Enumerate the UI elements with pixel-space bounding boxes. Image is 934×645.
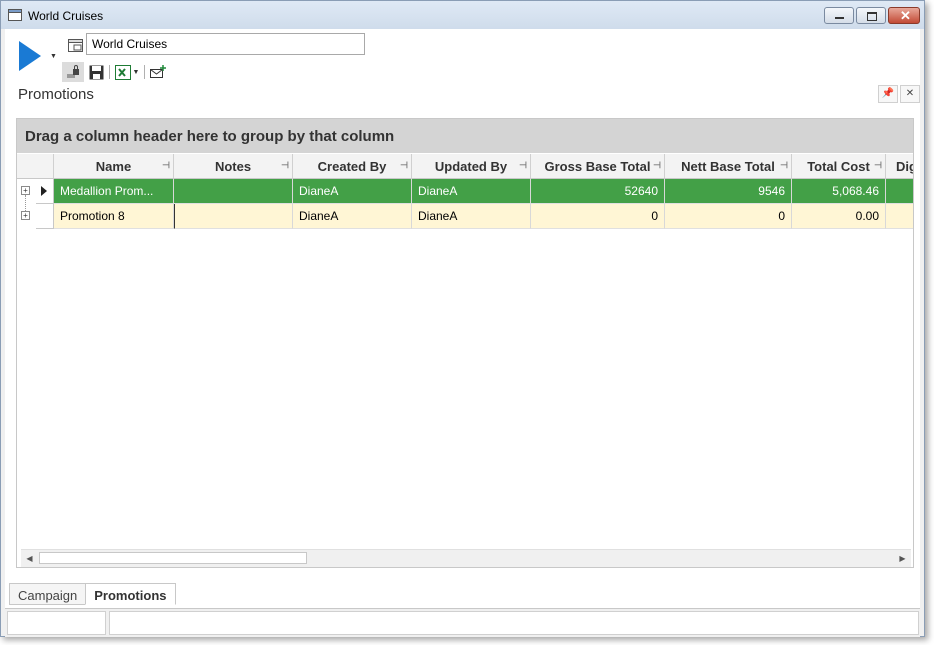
minimize-icon (835, 17, 844, 19)
email-button[interactable] (147, 62, 169, 82)
lock-button[interactable] (62, 62, 84, 82)
column-header-updated-by[interactable]: Updated By ⊣ (412, 154, 531, 179)
cell-created-by[interactable]: DianeA (293, 204, 412, 229)
column-header-nett-base-total[interactable]: Nett Base Total ⊣ (665, 154, 792, 179)
window-title: World Cruises (28, 9, 104, 23)
window-icon (8, 9, 22, 21)
row-indicator[interactable] (36, 204, 54, 229)
pin-icon: 📌 (881, 88, 895, 99)
cell-notes[interactable] (174, 204, 293, 229)
excel-button[interactable]: ▼ (112, 62, 142, 82)
panel-pin-button[interactable]: 📌 (878, 85, 898, 103)
minimize-button[interactable] (824, 7, 854, 24)
column-header-dig[interactable]: Dig (886, 154, 913, 179)
pin-icon[interactable]: ⊣ (780, 160, 788, 171)
name-input[interactable]: World Cruises (86, 33, 365, 55)
status-segment (7, 611, 106, 635)
excel-dropdown-icon: ▼ (132, 68, 140, 76)
play-dropdown-icon[interactable]: ▼ (50, 53, 57, 60)
scroll-right-icon[interactable]: ▶ (894, 550, 911, 567)
name-icon (68, 39, 83, 52)
title-bar: World Cruises ✕ (1, 1, 924, 29)
panel-title: Promotions (18, 86, 94, 103)
save-icon (89, 65, 103, 79)
cell-total-cost[interactable]: 0.00 (792, 204, 886, 229)
close-icon: ✕ (900, 8, 911, 23)
column-header-notes[interactable]: Notes ⊣ (174, 154, 293, 179)
row-indicator[interactable] (36, 179, 54, 204)
cell-dig[interactable] (886, 204, 913, 229)
cell-nett-base-total[interactable]: 0 (665, 204, 792, 229)
expand-icon[interactable]: + (21, 186, 30, 195)
pin-icon[interactable]: ⊣ (162, 160, 170, 171)
scrollbar-thumb[interactable] (39, 552, 307, 564)
column-header-created-by[interactable]: Created By ⊣ (293, 154, 412, 179)
excel-icon (114, 64, 131, 80)
tab-strip: Campaign Promotions (9, 583, 176, 605)
column-header-name[interactable]: Name ⊣ (54, 154, 174, 179)
status-bar (5, 608, 920, 637)
horizontal-scrollbar[interactable]: ◀ ▶ (21, 549, 911, 567)
main-content: ▼ World Cruises ▼ Promotions 📌 ✕ Drag a … (5, 29, 920, 637)
restore-icon (867, 12, 877, 21)
header-indicator (17, 154, 54, 179)
group-panel[interactable]: Drag a column header here to group by th… (17, 119, 913, 153)
pin-icon[interactable]: ⊣ (400, 160, 408, 171)
pin-icon[interactable]: ⊣ (653, 160, 661, 171)
save-button[interactable] (86, 62, 106, 82)
pin-icon[interactable]: ⊣ (874, 160, 882, 171)
cell-total-cost[interactable]: 5,068.46 (792, 179, 886, 204)
panel-close-button[interactable]: ✕ (900, 85, 920, 103)
cell-dig[interactable] (886, 179, 913, 204)
cell-created-by[interactable]: DianeA (293, 179, 412, 204)
cell-gross-base-total[interactable]: 52640 (531, 179, 665, 204)
app-window: World Cruises ✕ ▼ World Cruises ▼ Promot… (0, 0, 925, 637)
status-segment (109, 611, 919, 635)
window-close-button[interactable]: ✕ (888, 7, 920, 24)
cell-name[interactable]: Promotion 8 (54, 204, 174, 229)
toolbar-separator (144, 65, 145, 79)
cell-name[interactable]: Medallion Prom... (54, 179, 174, 204)
column-header-gross-base-total[interactable]: Gross Base Total ⊣ (531, 154, 665, 179)
column-header-total-cost[interactable]: Total Cost ⊣ (792, 154, 886, 179)
cell-nett-base-total[interactable]: 9546 (665, 179, 792, 204)
cell-gross-base-total[interactable]: 0 (531, 204, 665, 229)
maximize-button[interactable] (856, 7, 886, 24)
tab-campaign[interactable]: Campaign (9, 583, 87, 605)
toolbar-separator (109, 65, 110, 79)
email-icon (150, 65, 166, 78)
pin-icon[interactable]: ⊣ (519, 160, 527, 171)
pin-icon[interactable]: ⊣ (281, 160, 289, 171)
expand-icon[interactable]: + (21, 211, 30, 220)
promotions-grid: Drag a column header here to group by th… (16, 118, 914, 568)
tree-connector (25, 195, 26, 211)
cell-updated-by[interactable]: DianeA (412, 179, 531, 204)
cell-notes[interactable] (174, 179, 293, 204)
current-row-icon (41, 186, 47, 196)
scroll-left-icon[interactable]: ◀ (21, 550, 38, 567)
cell-updated-by[interactable]: DianeA (412, 204, 531, 229)
lock-icon (67, 65, 79, 78)
tab-promotions[interactable]: Promotions (85, 583, 176, 605)
close-icon: ✕ (905, 88, 915, 99)
play-icon[interactable] (19, 41, 41, 71)
